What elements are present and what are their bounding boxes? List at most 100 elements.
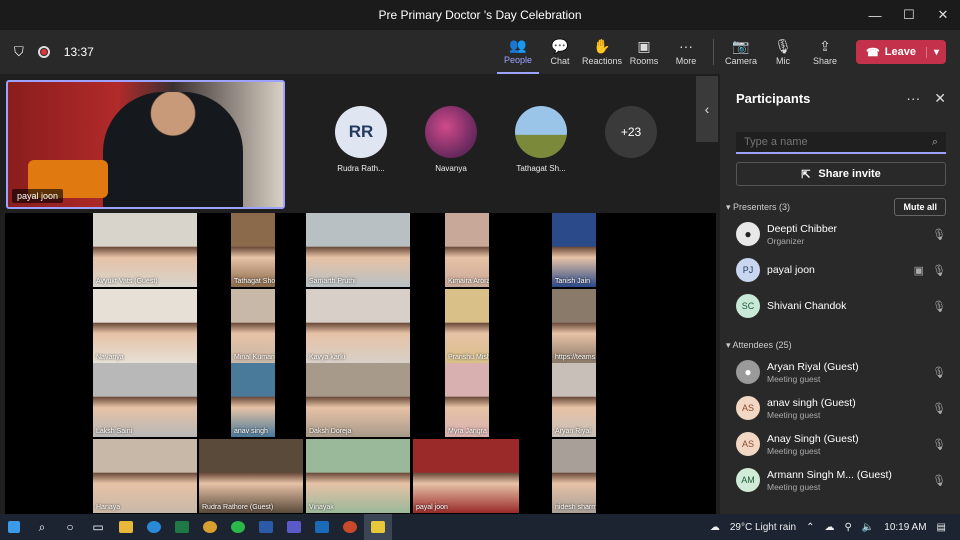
presenters-list: ● Deepti Chibber Organizer 🎙 PJ payal joon ▣ 🎙 S… (720, 216, 960, 324)
people-button[interactable]: 👥 People (497, 30, 539, 74)
participant-video-tile[interactable]: Aryan Riyal (552, 363, 596, 437)
participant-row[interactable]: AS Anay Singh (Guest) Meeting guest 🎙 (736, 426, 946, 462)
participant-video-tile[interactable]: Tathagat Shom (231, 213, 275, 287)
participant-video-tile[interactable]: Kimaira Arora (445, 213, 489, 287)
onedrive-icon[interactable]: ☁ (825, 522, 835, 533)
more-participants[interactable]: +23 (595, 106, 667, 173)
chevron-up-icon[interactable]: ⌃ (806, 522, 814, 533)
mic-status-icon[interactable]: 🎙 (932, 366, 946, 379)
participant-row[interactable]: ● Aryan Riyal (Guest) Meeting guest 🎙 (736, 354, 946, 390)
edge-icon[interactable] (140, 514, 168, 540)
participant-name: anav singh (Guest) (767, 396, 856, 409)
participant-video-tile[interactable]: nidesh sharma (552, 439, 596, 513)
mute-all-button[interactable]: Mute all (894, 198, 946, 216)
close-panel-icon[interactable]: ✕ (934, 90, 946, 107)
presenter-video (103, 92, 243, 207)
more-button[interactable]: ··· More (665, 30, 707, 74)
chrome-icon[interactable] (196, 514, 224, 540)
participant-row[interactable]: PJ payal joon ▣ 🎙 (736, 252, 946, 288)
whatsapp-icon[interactable] (224, 514, 252, 540)
participant-video-tile[interactable]: Kavya karki (306, 289, 410, 363)
top-participant[interactable]: RR Rudra Rath... (325, 106, 397, 173)
share-invite-button[interactable]: ⇱ Share invite (736, 162, 946, 186)
participant-video-tile[interactable]: Minal Kumari (231, 289, 275, 363)
clock[interactable]: 10:19 AM (884, 522, 926, 533)
participant-name: Laksh Saini (96, 428, 133, 435)
participant-name: Rudra Rathore (Guest) (202, 504, 274, 511)
participant-row[interactable]: AM Armann Singh M... (Guest) Meeting guest… (736, 462, 946, 498)
leave-button[interactable]: ☎ Leave ▾ (856, 40, 946, 64)
minimize-icon[interactable]: — (858, 0, 892, 30)
participant-video-tile[interactable]: Daksh Doreja (306, 363, 410, 437)
share-button[interactable]: ⇪ Share (804, 30, 846, 74)
chat-button[interactable]: 💬 Chat (539, 30, 581, 74)
file-explorer-icon[interactable] (112, 514, 140, 540)
powerpoint-icon[interactable] (336, 514, 364, 540)
top-participant[interactable]: Navanya (415, 106, 487, 173)
spotlight-video[interactable]: payal joon (6, 80, 285, 209)
mic-status-icon[interactable]: 🎙 (932, 228, 946, 241)
reactions-button[interactable]: ✋ Reactions (581, 30, 623, 74)
start-button[interactable] (0, 514, 28, 540)
attendees-section[interactable]: ▾ Attendees (25) (726, 336, 946, 354)
participant-video-tile[interactable]: Hanaya (93, 439, 197, 513)
participant-video-tile[interactable]: https://teams.micros... (552, 289, 596, 363)
search-icon[interactable]: ⌕ (932, 136, 938, 149)
participant-row[interactable]: AS anav singh (Guest) Meeting guest 🎙 (736, 390, 946, 426)
search-input[interactable] (744, 136, 914, 148)
window-title: Pre Primary Doctor 's Day Celebration (378, 8, 582, 22)
avatar: AM (736, 468, 760, 492)
task-view-icon[interactable]: ▭ (84, 514, 112, 540)
participant-video-tile[interactable]: Navanya (93, 289, 197, 363)
mic-off-icon: 🎙 (774, 38, 792, 54)
participant-name: Armann Singh M... (Guest) (767, 468, 892, 481)
weather-status[interactable]: 29°C Light rain (730, 522, 796, 533)
top-participant[interactable]: Tathagat Sh... (505, 106, 577, 173)
camera-button[interactable]: 📷 Camera (720, 30, 762, 74)
participant-video-tile[interactable]: Pranshu Mishra (445, 289, 489, 363)
participant-video-tile[interactable]: Avyukt Vats (Guest) (93, 213, 197, 287)
windows-logo-icon (8, 521, 20, 533)
teams-icon[interactable] (280, 514, 308, 540)
more-options-icon[interactable]: ··· (906, 90, 920, 107)
participant-video-tile[interactable]: payal joon (413, 439, 519, 513)
mic-button[interactable]: 🎙 Mic (762, 30, 804, 74)
chevron-down-icon[interactable]: ▾ (926, 46, 946, 58)
participant-video-tile[interactable]: Myra Jangra (445, 363, 489, 437)
close-icon[interactable]: ✕ (926, 0, 960, 30)
mic-status-icon[interactable]: 🎙 (932, 264, 946, 277)
presenters-section[interactable]: ▾ Presenters (3) Mute all (726, 198, 946, 216)
rooms-button[interactable]: ▣ Rooms (623, 30, 665, 74)
weather-icon[interactable]: ☁ (710, 522, 720, 533)
collapse-panel-button[interactable]: ‹ (696, 76, 718, 142)
volume-icon[interactable]: 🔈 (862, 522, 874, 533)
participant-video-tile[interactable]: anav singh (231, 363, 275, 437)
participant-video-tile[interactable]: Rudra Rathore (Guest) (199, 439, 303, 513)
network-icon[interactable]: ⚲ (845, 522, 852, 533)
avatar: RR (335, 106, 387, 158)
mic-status-icon[interactable]: 🎙 (932, 438, 946, 451)
maximize-icon[interactable]: ☐ (892, 0, 926, 30)
mic-status-icon[interactable]: 🎙 (932, 474, 946, 487)
participant-video-tile[interactable]: Vinayak (306, 439, 410, 513)
window-controls: — ☐ ✕ (858, 0, 960, 30)
excel-icon[interactable] (168, 514, 196, 540)
participant-row[interactable]: SC Shivani Chandok 🎙 (736, 288, 946, 324)
person-icon: ● (744, 227, 752, 241)
sticky-notes-icon[interactable] (364, 514, 392, 540)
person-icon: ● (744, 365, 752, 379)
notifications-icon[interactable]: ▤ (937, 522, 946, 533)
word-icon[interactable] (252, 514, 280, 540)
search-taskbar-icon[interactable]: ⌕ (28, 514, 56, 540)
cortana-icon[interactable]: ○ (56, 514, 84, 540)
reactions-icon: ✋ (593, 38, 611, 54)
mic-status-icon[interactable]: 🎙 (932, 300, 946, 313)
participant-video-tile[interactable]: Tanish Jain (552, 213, 596, 287)
participant-video-tile[interactable]: Laksh Saini (93, 363, 197, 437)
participant-video-tile[interactable]: Samarth Pruthi (306, 213, 410, 287)
participant-row[interactable]: ● Deepti Chibber Organizer 🎙 (736, 216, 946, 252)
mic-status-icon[interactable]: 🎙 (932, 402, 946, 415)
content-share-icon[interactable]: ▣ (914, 264, 924, 277)
avatar (425, 106, 477, 158)
outlook-icon[interactable] (308, 514, 336, 540)
